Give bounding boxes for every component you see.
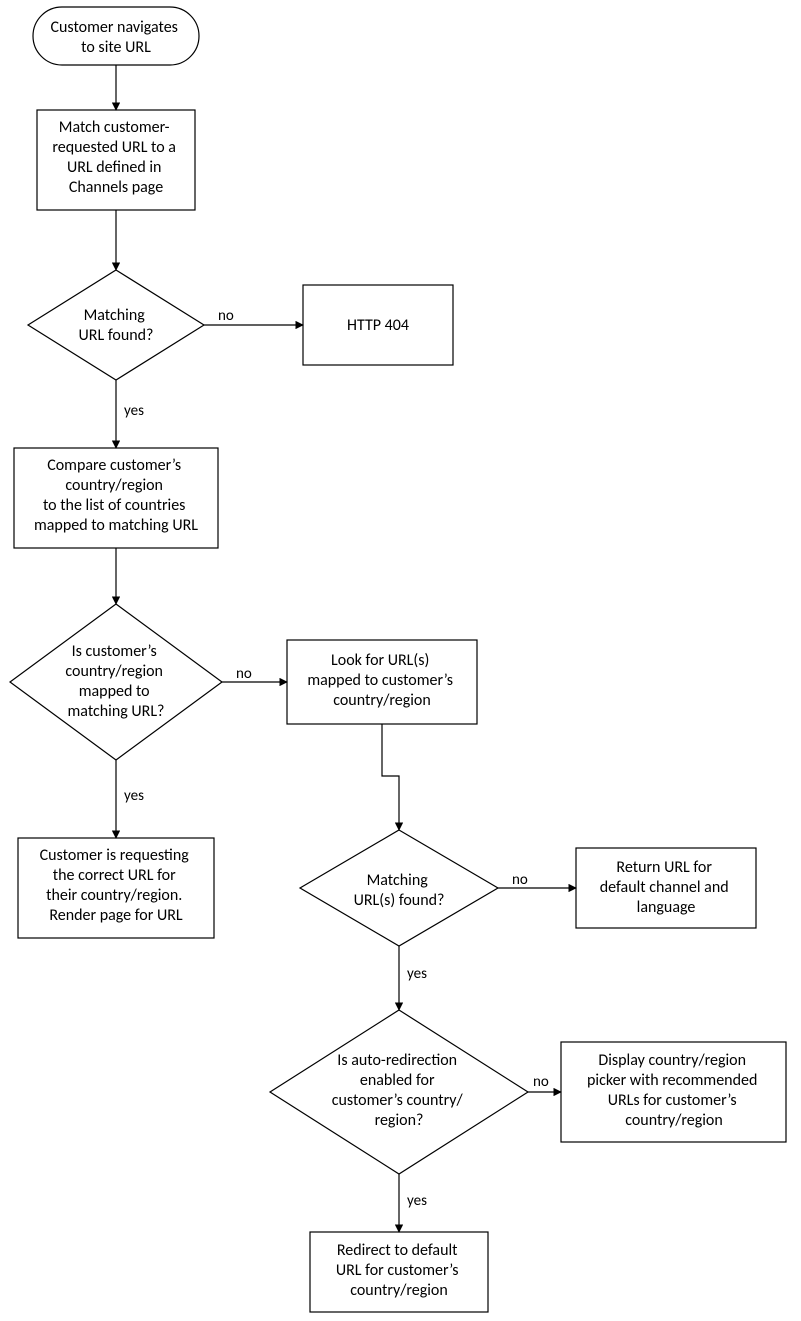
label-d1-yes: yes [124, 402, 144, 420]
label-d4-yes: yes [407, 1192, 427, 1210]
d3-text: Matching URL(s) found? [354, 871, 445, 910]
d2-text: Is customer’s country/region mapped to m… [65, 642, 166, 721]
label-d1-no: no [218, 307, 234, 325]
edge-lookurl-to-d3 [382, 724, 399, 830]
redirect-text: Redirect to default URL for customer’s c… [336, 1241, 462, 1300]
label-d3-yes: yes [407, 965, 427, 983]
flowchart-diagram: Customer navigates to site URL Match cus… [0, 0, 801, 1321]
label-d2-yes: yes [124, 787, 144, 805]
label-d2-no: no [236, 665, 252, 683]
label-d4-no: no [533, 1073, 549, 1091]
compare-text: Compare customer’s country/region to the… [34, 456, 198, 535]
label-d3-no: no [512, 871, 528, 889]
match-text: Match customer- requested URL to a URL d… [52, 118, 179, 197]
d1-text: Matching URL found? [79, 306, 154, 345]
decision-matching-url-found [28, 270, 204, 380]
http404-text: HTTP 404 [347, 316, 409, 335]
render-text: Customer is requesting the correct URL f… [40, 846, 193, 925]
